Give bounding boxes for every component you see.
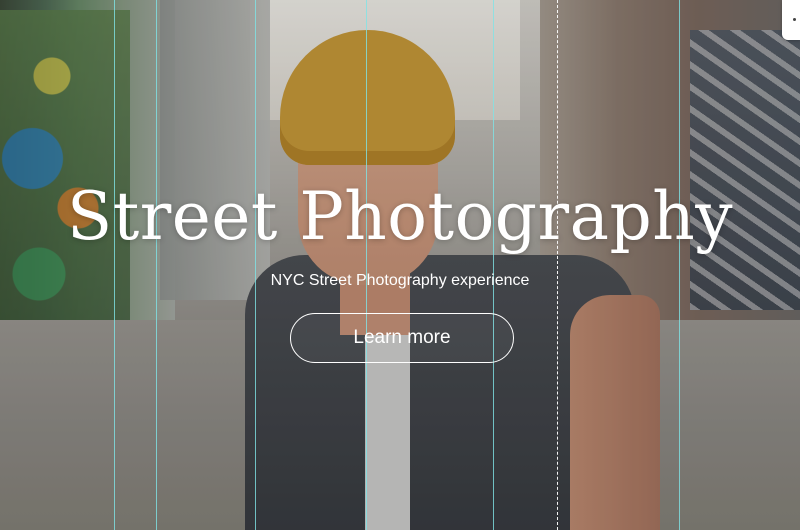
hero-subtitle: NYC Street Photography experience — [270, 272, 530, 289]
learn-more-button[interactable]: Learn more — [290, 313, 514, 363]
image-overlay — [0, 0, 800, 530]
hero-section — [0, 0, 800, 530]
hero-title: Street Photography — [66, 178, 733, 255]
side-panel-tab-icon[interactable] — [782, 0, 800, 40]
